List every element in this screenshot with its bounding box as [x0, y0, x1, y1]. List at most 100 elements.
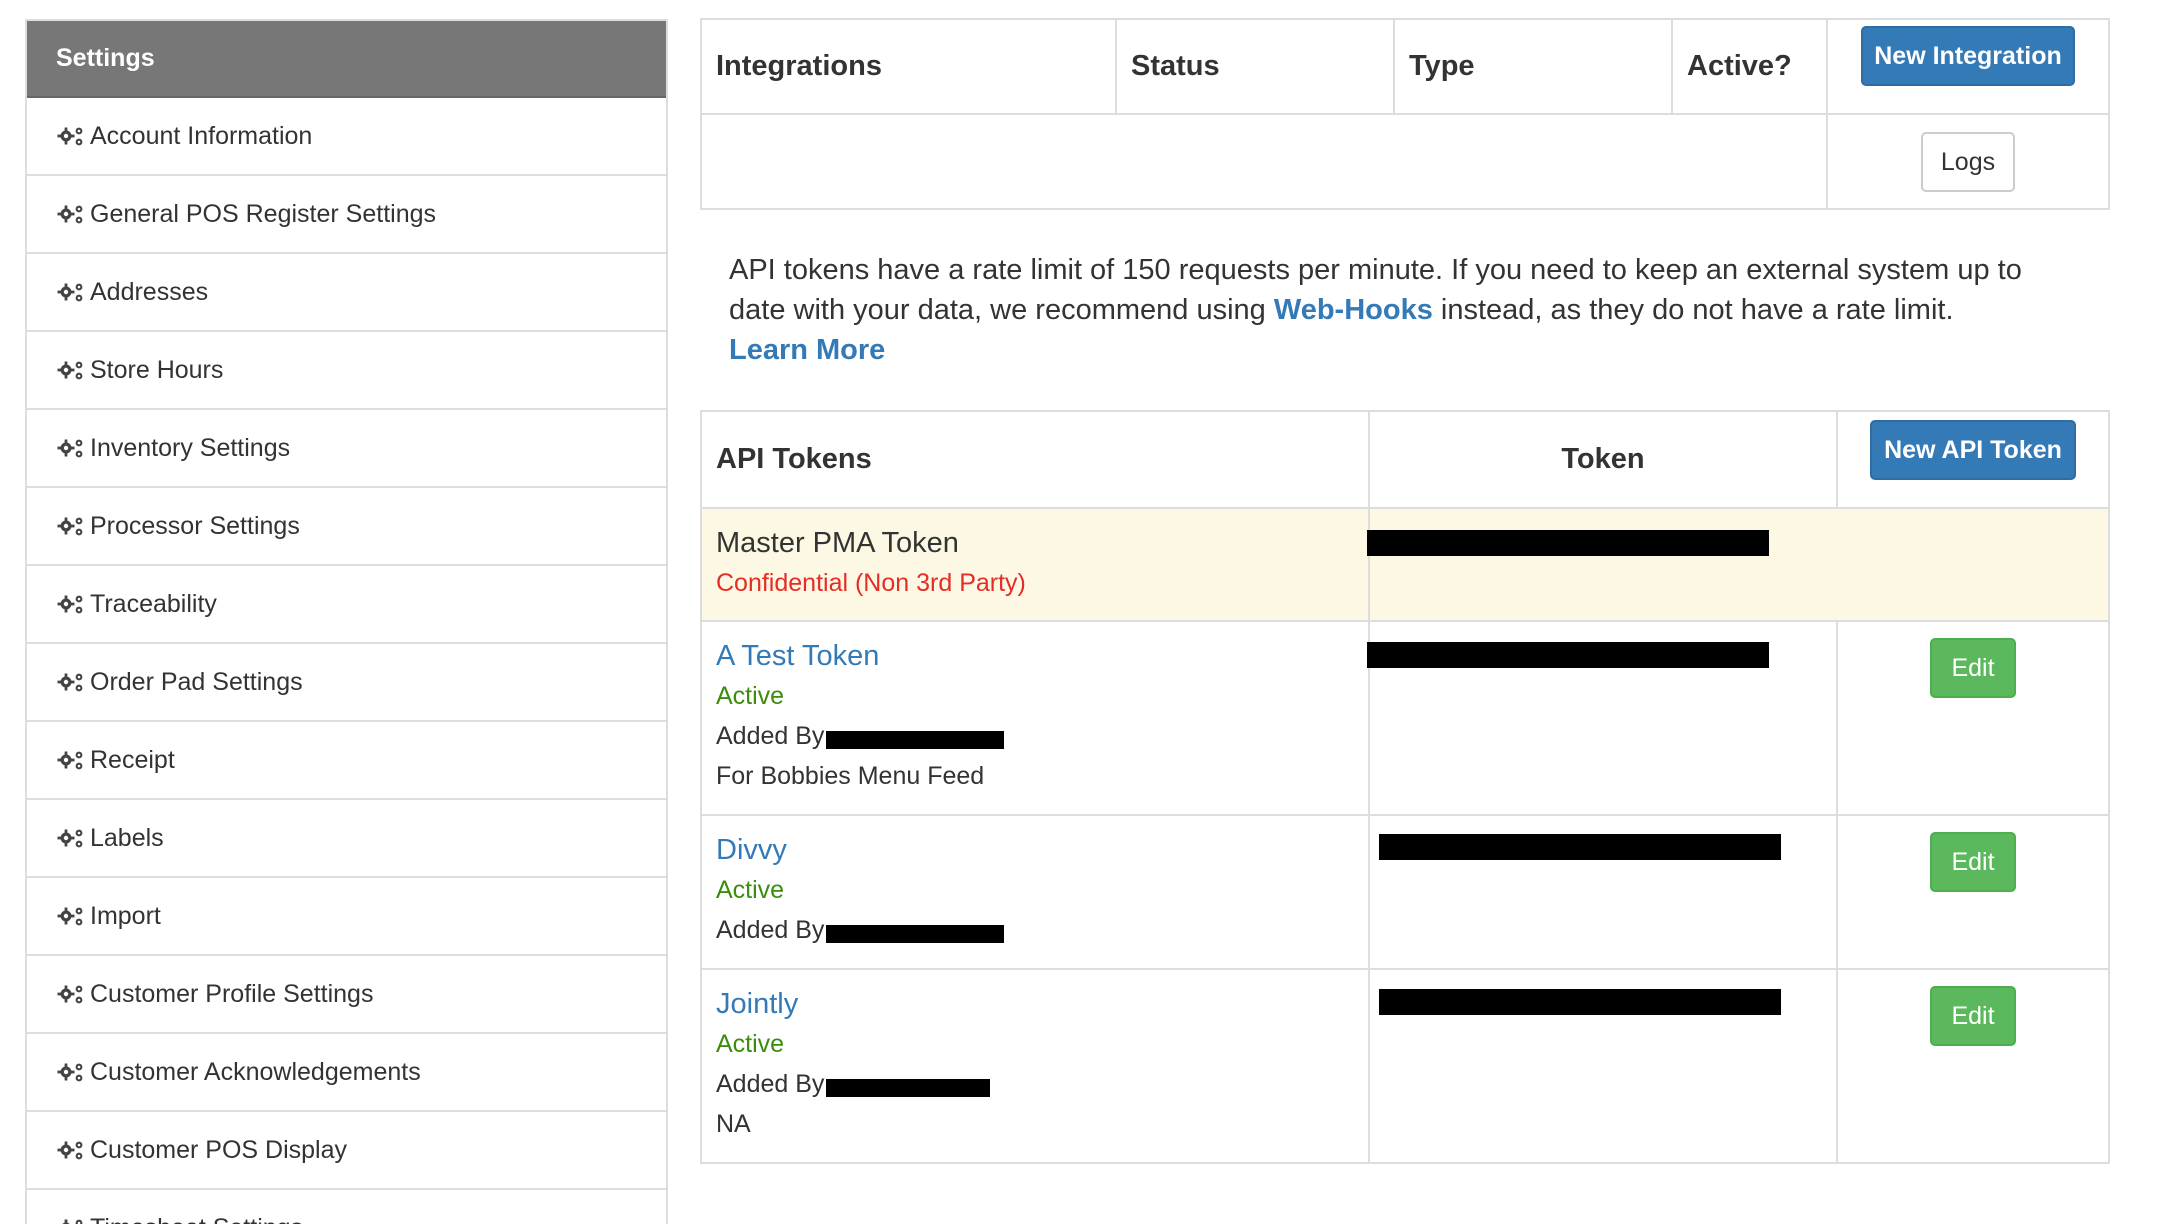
sidebar-item[interactable]: Customer Acknowledgements: [27, 1034, 666, 1112]
token-description: For Bobbies Menu Feed: [716, 762, 985, 790]
token-edit-cell: Edit: [1836, 968, 2110, 1164]
integrations-header: Integrations: [700, 18, 1117, 115]
sidebar-item[interactable]: Processor Settings: [27, 488, 666, 566]
learn-more-link[interactable]: Learn More: [729, 334, 885, 366]
settings-sidebar: Settings Account Information General POS …: [25, 19, 668, 1224]
sidebar-item-label: Account Information: [90, 121, 313, 150]
sidebar-item-label: Store Hours: [90, 355, 224, 384]
sidebar-item[interactable]: Timesheet Settings: [27, 1190, 666, 1224]
token-description: NA: [716, 1110, 751, 1138]
integrations-empty-cell: [700, 113, 1828, 210]
redacted-name: [826, 925, 1004, 943]
sidebar-item-label: Customer Acknowledgements: [90, 1057, 421, 1086]
sidebar-item[interactable]: Account Information: [27, 98, 666, 176]
sidebar-item-label: Customer Profile Settings: [90, 979, 374, 1008]
redacted-name: [826, 1079, 990, 1097]
logs-button[interactable]: Logs: [1921, 131, 2015, 192]
gears-icon: [56, 592, 86, 616]
master-token-row: Master PMA Token Confidential (Non 3rd P…: [700, 507, 2110, 622]
sidebar-item-label: Traceability: [90, 589, 217, 618]
token-header: Token: [1368, 410, 1838, 509]
token-name-link[interactable]: A Test Token: [716, 636, 1354, 676]
sidebar-item-label: General POS Register Settings: [90, 199, 436, 228]
master-token-info: Master PMA Token Confidential (Non 3rd P…: [700, 507, 1370, 622]
sidebar-item-label: Inventory Settings: [90, 433, 291, 462]
token-added-by: Added By: [716, 916, 825, 944]
gears-icon: [56, 280, 86, 304]
sidebar-item[interactable]: Customer Profile Settings: [27, 956, 666, 1034]
gears-icon: [56, 124, 86, 148]
gears-icon: [56, 202, 86, 226]
sidebar-item-label: Addresses: [90, 277, 209, 306]
token-info: A Test Token Active Added By For Bobbies…: [700, 620, 1370, 816]
edit-button[interactable]: Edit: [1930, 638, 2016, 698]
redacted-name: [826, 731, 1004, 749]
gears-icon: [56, 982, 86, 1006]
status-header: Status: [1115, 18, 1395, 115]
gears-icon: [56, 436, 86, 460]
token-actions-header: New API Token: [1836, 410, 2110, 509]
gears-icon: [56, 1216, 86, 1224]
sidebar-item[interactable]: Inventory Settings: [27, 410, 666, 488]
integration-actions-cell: New Integration: [1826, 18, 2110, 115]
new-api-token-button[interactable]: New API Token: [1870, 419, 2076, 480]
sidebar-menu: Account Information General POS Register …: [27, 98, 666, 1224]
rate-limit-notice: API tokens have a rate limit of 150 requ…: [729, 250, 2079, 370]
sidebar-item[interactable]: Store Hours: [27, 332, 666, 410]
sidebar-item[interactable]: Addresses: [27, 254, 666, 332]
token-name-link[interactable]: Divvy: [716, 830, 1354, 870]
token-added-by: Added By: [716, 1070, 825, 1098]
token-edit-cell: Edit: [1836, 814, 2110, 970]
gears-icon: [56, 1138, 86, 1162]
gears-icon: [56, 514, 86, 538]
token-status: Active: [716, 876, 785, 904]
sidebar-item-label: Timesheet Settings: [90, 1214, 303, 1224]
token-edit-cell: Edit: [1836, 620, 2110, 816]
master-token-value: [1368, 507, 1837, 622]
sidebar-item[interactable]: Order Pad Settings: [27, 644, 666, 722]
type-header: Type: [1393, 18, 1673, 115]
sidebar-item-label: Order Pad Settings: [90, 667, 303, 696]
redacted-token: [1367, 530, 1769, 556]
sidebar-title: Settings: [27, 21, 666, 98]
sidebar-item[interactable]: Labels: [27, 800, 666, 878]
sidebar-item[interactable]: Receipt: [27, 722, 666, 800]
redacted-token: [1379, 834, 1781, 860]
logs-cell: Logs: [1826, 113, 2110, 210]
token-name-link[interactable]: Jointly: [716, 984, 1354, 1024]
sidebar-item[interactable]: Import: [27, 878, 666, 956]
gears-icon: [56, 1060, 86, 1084]
active-header: Active?: [1671, 18, 1828, 115]
sidebar-item-label: Labels: [90, 823, 164, 852]
sidebar-item-label: Customer POS Display: [90, 1135, 348, 1164]
sidebar-item[interactable]: General POS Register Settings: [27, 176, 666, 254]
token-info: Jointly Active Added By NA: [700, 968, 1370, 1164]
token-added-by: Added By: [716, 722, 825, 750]
sidebar-item-label: Import: [90, 901, 161, 930]
gears-icon: [56, 748, 86, 772]
token-status: Active: [716, 1030, 785, 1058]
sidebar-item-label: Processor Settings: [90, 511, 300, 540]
sidebar-item-label: Receipt: [90, 745, 175, 774]
sidebar-item[interactable]: Customer POS Display: [27, 1112, 666, 1190]
api-tokens-table: API Tokens Token New API Token Master PM…: [700, 410, 2110, 1164]
gears-icon: [56, 904, 86, 928]
notice-text-after: instead, as they do not have a rate limi…: [1432, 294, 1954, 326]
gears-icon: [56, 358, 86, 382]
redacted-token: [1367, 642, 1769, 668]
token-status: Active: [716, 682, 785, 710]
edit-button[interactable]: Edit: [1930, 986, 2016, 1046]
edit-button[interactable]: Edit: [1930, 832, 2016, 892]
api-tokens-header: API Tokens: [700, 410, 1370, 509]
sidebar-item[interactable]: Traceability: [27, 566, 666, 644]
gears-icon: [56, 670, 86, 694]
master-token-note: Confidential (Non 3rd Party): [716, 569, 1026, 597]
master-token-name: Master PMA Token: [716, 527, 959, 559]
redacted-token: [1379, 989, 1781, 1015]
master-token-empty-cell: [1837, 507, 2110, 622]
token-info: Divvy Active Added By: [700, 814, 1370, 970]
new-integration-button[interactable]: New Integration: [1861, 25, 2075, 86]
integrations-table: Integrations Status Type Active? New Int…: [700, 18, 2110, 210]
web-hooks-link[interactable]: Web-Hooks: [1274, 294, 1433, 326]
gears-icon: [56, 826, 86, 850]
